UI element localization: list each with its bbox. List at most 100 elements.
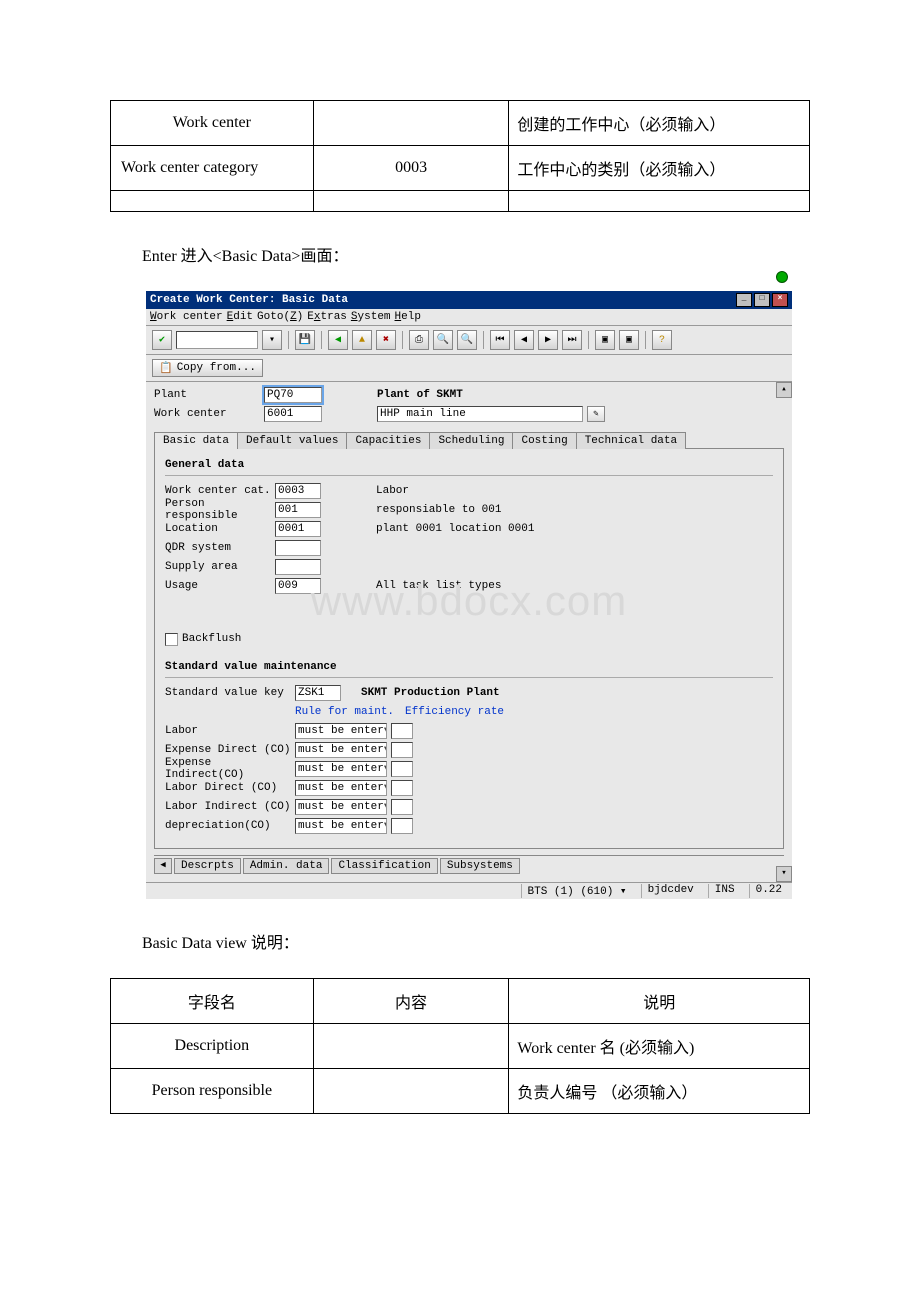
- edit-icon[interactable]: ✎: [587, 406, 605, 422]
- tab-technicaldata[interactable]: Technical data: [576, 432, 686, 449]
- svm-dropdown[interactable]: must be enter▼: [295, 761, 387, 777]
- gen-input[interactable]: 001: [275, 502, 321, 518]
- btab-admin[interactable]: Admin. data: [243, 858, 330, 874]
- svm-dropdown[interactable]: must be enter▼: [295, 799, 387, 815]
- next-page-icon[interactable]: ▶: [538, 330, 558, 350]
- save-icon[interactable]: 💾: [295, 330, 315, 350]
- svk-label: Standard value key: [165, 687, 295, 699]
- chevron-down-icon: ▼: [384, 762, 387, 776]
- find-next-icon[interactable]: 🔍: [457, 330, 477, 350]
- svm-dropdown[interactable]: must be enter▼: [295, 818, 387, 834]
- chevron-down-icon: ▼: [384, 724, 387, 738]
- tab-scheduling[interactable]: Scheduling: [429, 432, 513, 449]
- btab-classification[interactable]: Classification: [331, 858, 437, 874]
- tabstrip: Basic data Default values Capacities Sch…: [154, 431, 784, 449]
- copy-from-label: Copy from...: [177, 362, 256, 374]
- gen-label: Person responsible: [165, 498, 275, 522]
- svm-eff-input[interactable]: [391, 723, 413, 739]
- gen-desc: Labor: [376, 485, 409, 497]
- t2r2c2: [313, 1069, 509, 1114]
- gen-desc: All task list types: [376, 580, 501, 592]
- last-page-icon[interactable]: ⏭: [562, 330, 582, 350]
- wc-desc-input[interactable]: HHP main line: [377, 406, 583, 422]
- backflush-checkbox[interactable]: [165, 633, 178, 646]
- svm-dropdown[interactable]: must be enter▼: [295, 780, 387, 796]
- gen-input[interactable]: 0001: [275, 521, 321, 537]
- table-row: Work center category 0003 工作中心的类别（必须输入）: [111, 146, 810, 191]
- svm-label: Expense Direct (CO): [165, 744, 295, 756]
- separator: [402, 331, 403, 349]
- back-icon[interactable]: ◀: [328, 330, 348, 350]
- svm-eff-input[interactable]: [391, 761, 413, 777]
- find-icon[interactable]: 🔍: [433, 330, 453, 350]
- svk-input[interactable]: ZSK1: [295, 685, 341, 701]
- copy-from-button[interactable]: 📋 Copy from...: [152, 359, 263, 377]
- minimize-button[interactable]: _: [736, 293, 752, 307]
- separator: [645, 331, 646, 349]
- btab-descrpts[interactable]: Descrpts: [174, 858, 241, 874]
- svm-dropdown[interactable]: must be enter▼: [295, 723, 387, 739]
- table-row: Description Work center 名 (必须输入): [111, 1024, 810, 1069]
- svm-eff-input[interactable]: [391, 818, 413, 834]
- paragraph-basicdata: Basic Data view 说明：: [142, 929, 810, 953]
- gen-input[interactable]: [275, 559, 321, 575]
- menu-item[interactable]: Extras: [307, 311, 347, 323]
- prev-page-icon[interactable]: ◀: [514, 330, 534, 350]
- separator: [588, 331, 589, 349]
- workcenter-row: Work center 6001 HHP main line ✎: [154, 405, 784, 423]
- svm-head: Rule for maint. Efficiency rate: [165, 703, 773, 721]
- create-session-icon[interactable]: ▣: [595, 330, 615, 350]
- gen-desc: plant 0001 location 0001: [376, 523, 534, 535]
- menu-item[interactable]: Goto(Z): [257, 311, 303, 323]
- eff-link[interactable]: Efficiency rate: [405, 706, 504, 718]
- t2hc1: 字段名: [111, 979, 314, 1024]
- print-icon[interactable]: ⎙: [409, 330, 429, 350]
- scroll-down-icon[interactable]: ▾: [776, 866, 792, 882]
- help-icon[interactable]: ?: [652, 330, 672, 350]
- gen-input[interactable]: 009: [275, 578, 321, 594]
- table-2: 字段名 内容 说明 Description Work center 名 (必须输…: [110, 978, 810, 1114]
- tab-costing[interactable]: Costing: [512, 432, 576, 449]
- svm-label: Labor Indirect (CO): [165, 801, 295, 813]
- dropdown-icon[interactable]: ▾: [262, 330, 282, 350]
- cancel-icon[interactable]: ✖: [376, 330, 396, 350]
- svm-eff-input[interactable]: [391, 780, 413, 796]
- table-row: Person responsible 负责人编号 （必须输入）: [111, 1069, 810, 1114]
- menu-item[interactable]: Edit: [227, 311, 253, 323]
- svm-dropdown[interactable]: must be enter▼: [295, 742, 387, 758]
- close-button[interactable]: ×: [772, 293, 788, 307]
- connection-indicator-icon: [776, 271, 788, 283]
- plant-input[interactable]: PQ70: [264, 387, 322, 403]
- chevron-down-icon: ▼: [384, 781, 387, 795]
- gen-desc: responsiable to 001: [376, 504, 501, 516]
- separator: [321, 331, 322, 349]
- tab-capacities[interactable]: Capacities: [346, 432, 430, 449]
- command-field[interactable]: [176, 331, 258, 349]
- tab-panel: General data Work center cat.0003LaborPe…: [154, 449, 784, 849]
- menu-item[interactable]: System: [351, 311, 391, 323]
- maximize-button[interactable]: □: [754, 293, 770, 307]
- tab-prev-icon[interactable]: ◀: [154, 858, 172, 874]
- svm-eff-input[interactable]: [391, 799, 413, 815]
- wc-input[interactable]: 6001: [264, 406, 322, 422]
- gen-input[interactable]: 0003: [275, 483, 321, 499]
- gen-label: Usage: [165, 580, 275, 592]
- menu-item[interactable]: Work center: [150, 311, 223, 323]
- btab-subsystems[interactable]: Subsystems: [440, 858, 520, 874]
- general-title: General data: [165, 459, 773, 471]
- t1r2c2: 0003: [313, 146, 509, 191]
- shortcut-icon[interactable]: ▣: [619, 330, 639, 350]
- tab-defaultvalues[interactable]: Default values: [237, 432, 347, 449]
- sap-apptoolbar: 📋 Copy from...: [146, 355, 792, 382]
- general-row: Supply area: [165, 558, 773, 576]
- gen-input[interactable]: [275, 540, 321, 556]
- chevron-down-icon: ▼: [384, 743, 387, 757]
- scroll-up-icon[interactable]: ▴: [776, 382, 792, 398]
- exit-icon[interactable]: ▲: [352, 330, 372, 350]
- menu-item[interactable]: Help: [395, 311, 421, 323]
- tab-basicdata[interactable]: Basic data: [154, 432, 238, 449]
- enter-icon[interactable]: ✔: [152, 330, 172, 350]
- first-page-icon[interactable]: ⏮: [490, 330, 510, 350]
- svm-eff-input[interactable]: [391, 742, 413, 758]
- rule-link[interactable]: Rule for maint.: [295, 706, 405, 718]
